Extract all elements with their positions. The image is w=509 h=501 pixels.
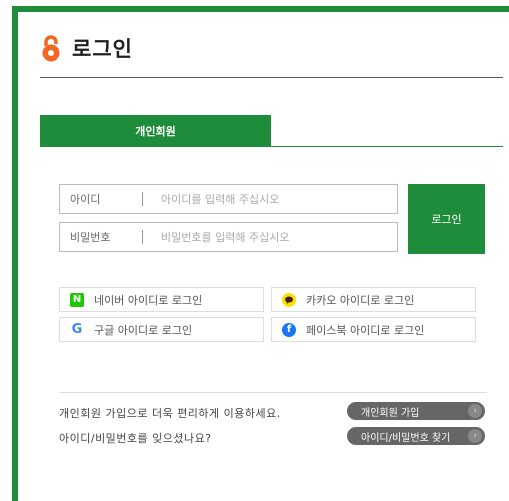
id-field: 아이디 — [59, 184, 398, 214]
password-field: 비밀번호 — [59, 222, 398, 252]
naver-login-button[interactable]: N 네이버 아이디로 로그인 — [59, 287, 264, 312]
facebook-icon: f — [282, 322, 296, 337]
google-login-label: 구글 아이디로 로그인 — [94, 323, 193, 337]
find-id-password-button[interactable]: 아이디/비밀번호 찾기 › — [347, 427, 485, 445]
id-input[interactable] — [159, 191, 397, 207]
id-separator — [142, 192, 143, 206]
header-divider — [40, 77, 503, 78]
join-button-label: 개인회원 가입 — [361, 407, 420, 419]
naver-login-label: 네이버 아이디로 로그인 — [94, 293, 203, 307]
facebook-login-label: 페이스북 아이디로 로그인 — [306, 323, 425, 337]
password-input[interactable] — [159, 229, 397, 245]
join-button[interactable]: 개인회원 가입 › — [347, 402, 485, 420]
google-icon: G — [71, 322, 83, 337]
join-prompt-text: 개인회원 가입으로 더욱 편리하게 이용하세요. — [59, 407, 281, 420]
chevron-right-icon: › — [468, 404, 482, 418]
google-login-button[interactable]: G 구글 아이디로 로그인 — [59, 317, 264, 342]
facebook-login-button[interactable]: f 페이스북 아이디로 로그인 — [271, 317, 476, 342]
footer-divider — [59, 392, 487, 393]
lock-icon — [40, 34, 62, 62]
page-title: 로그인 — [72, 37, 133, 61]
kakao-login-label: 카카오 아이디로 로그인 — [306, 293, 415, 307]
tab-personal-member[interactable]: 개인회원 — [40, 115, 271, 146]
find-button-label: 아이디/비밀번호 찾기 — [361, 432, 451, 444]
frame-left-border — [12, 6, 18, 501]
password-label: 비밀번호 — [70, 231, 111, 244]
kakao-icon — [282, 292, 296, 307]
page-header: 로그인 — [40, 33, 133, 63]
password-separator — [142, 230, 143, 244]
tab-underline — [40, 146, 503, 147]
chevron-right-icon: › — [468, 429, 482, 443]
naver-icon: N — [70, 292, 84, 307]
login-button[interactable]: 로그인 — [408, 184, 485, 254]
find-prompt-text: 아이디/비밀번호를 잊으셨나요? — [59, 432, 212, 445]
kakao-login-button[interactable]: 카카오 아이디로 로그인 — [271, 287, 476, 312]
id-label: 아이디 — [70, 193, 101, 206]
frame-top-border — [12, 6, 509, 12]
